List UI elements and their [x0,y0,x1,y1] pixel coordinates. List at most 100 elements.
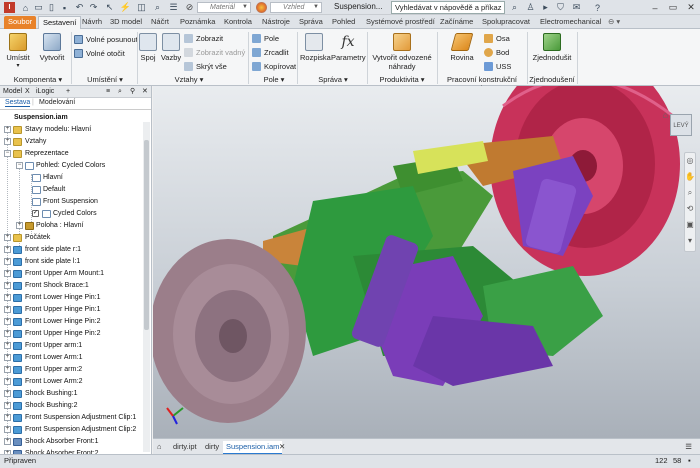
expand-icon[interactable]: + [4,234,11,241]
user-icon[interactable]: ♙ [525,2,536,13]
free-move-button[interactable]: Volné posunout [74,33,138,45]
panel-pole[interactable]: Pole ▾ [252,75,296,84]
derived-substitutes-button[interactable]: Vytvořit odvozené náhrady [370,33,434,71]
expand-icon[interactable]: + [4,438,11,445]
scrollbar-thumb[interactable] [144,140,149,330]
new-file-icon[interactable]: ▭ [33,2,44,13]
browser-close-x[interactable]: X [25,86,30,97]
more-tabs-icon[interactable]: ⊖ ▾ [604,16,624,29]
doc-tab-suspension-iam[interactable]: Suspension.iam [223,441,283,455]
browser-scrollbar[interactable] [143,122,150,452]
expand-icon[interactable]: + [4,426,11,433]
zoom-icon[interactable]: ⌕ [152,2,163,13]
save-icon[interactable]: ▪ [59,2,70,13]
close-icon[interactable]: ✕ [682,0,700,15]
maximize-icon[interactable]: ▭ [664,0,682,15]
tab-3d-model[interactable]: 3D model [106,16,146,29]
expand-icon[interactable]: + [4,414,11,421]
viewcube[interactable]: LEVÝ [670,114,692,136]
show-sick-button[interactable]: Zobrazit vadný [184,46,245,58]
tab-systemove-prostredi[interactable]: Systémové prostředí [362,16,439,29]
collapse-icon[interactable]: − [16,162,23,169]
panel-sprava[interactable]: Správa ▾ [300,75,366,84]
create-button[interactable]: Vytvořit [38,33,66,62]
expand-icon[interactable]: + [4,246,11,253]
full-nav-wheel-icon[interactable]: ◎ [685,153,695,169]
tab-ilogic[interactable]: iLogic [36,86,54,97]
expand-icon[interactable]: + [16,222,23,229]
minimize-icon[interactable]: – [646,0,664,15]
select-icon[interactable]: ↖ [104,2,115,13]
zoom-icon[interactable]: ⌕ [685,185,695,201]
home-view-icon[interactable]: ⌂ [663,110,668,120]
tab-zaciname[interactable]: Začínáme [436,16,477,29]
panel-vztahy[interactable]: Vztahy ▾ [139,75,239,84]
sign-in-icon[interactable]: ▸ [540,2,551,13]
look-at-icon[interactable]: ▣ [685,217,695,233]
expand-icon[interactable]: + [4,342,11,349]
community-icon[interactable]: ✉ [571,2,582,13]
joint-button[interactable]: Spoj [139,33,157,62]
collapse-icon[interactable]: − [4,150,11,157]
tab-soubor[interactable]: Soubor [4,16,37,29]
expand-icon[interactable]: + [4,294,11,301]
tab-poznamka[interactable]: Poznámka [176,16,219,29]
hide-all-button[interactable]: Skrýt vše [184,60,227,72]
expand-icon[interactable]: + [4,270,11,277]
simplify-button[interactable]: Zjednodušit [532,33,572,62]
home-icon[interactable]: ⌂ [20,2,31,13]
free-rotate-button[interactable]: Volné otočit [74,47,125,59]
add-icon[interactable]: + [66,86,70,97]
expand-icon[interactable]: + [4,366,11,373]
expand-icon[interactable]: + [4,306,11,313]
tab-sestava[interactable]: Sestava [5,99,31,107]
mirror-button[interactable]: Zrcadlit [252,46,289,58]
expand-icon[interactable]: + [4,402,11,409]
filter-icon[interactable]: ⚲ [130,86,135,97]
menu-icon[interactable]: ≡ [106,86,110,97]
material-combo[interactable]: Materiál ▼ [197,2,251,13]
graphics-viewport[interactable]: LEVÝ ⌂ ◎ ✋ ⌕ ⟲ ▣ ▾ [153,86,700,438]
app-logo-icon[interactable]: I [4,2,15,13]
pan-icon[interactable]: ✋ [685,169,695,185]
expand-icon[interactable]: + [4,378,11,385]
axis-button[interactable]: Osa [484,32,510,44]
plane-button[interactable]: Rovina [448,33,476,62]
expand-icon[interactable]: + [4,138,11,145]
parameters-button[interactable]: fx Parametry [331,33,366,62]
expand-icon[interactable]: + [4,330,11,337]
tab-spolupracovat[interactable]: Spolupracovat [478,16,534,29]
clear-override-icon[interactable]: ⊘ [184,2,195,13]
constrain-button[interactable]: Vazby [160,33,182,62]
help-search-input[interactable]: Vyhledávat v nápovědě a příkaz [391,1,505,14]
orbit-icon[interactable]: ⟲ [685,201,695,217]
panel-produktivita[interactable]: Produktivita ▾ [370,75,434,84]
checkmark-icon[interactable]: ✓ [32,210,39,217]
cart-icon[interactable]: ⛉ [555,2,566,13]
expand-icon[interactable]: + [4,318,11,325]
tab-kontrola[interactable]: Kontrola [220,16,256,29]
doc-tab-dirty[interactable]: dirty [205,441,219,453]
panel-umisteni[interactable]: Umístění ▾ [74,75,136,84]
expand-icon[interactable]: + [4,126,11,133]
update-icon[interactable]: ⚡ [120,2,131,13]
copy-button[interactable]: Kopírovat [252,60,296,72]
place-button[interactable]: Umístit ▾ [6,33,30,69]
tab-menu-icon[interactable]: ☰ [685,441,692,453]
doc-tab-dirty-ipt[interactable]: dirty.ipt [173,441,197,453]
bom-button[interactable]: Rozpiska [300,33,331,62]
tab-navrh[interactable]: Návrh [78,16,106,29]
expand-icon[interactable]: + [4,258,11,265]
undo-icon[interactable]: ↶ [74,2,85,13]
tab-sprava[interactable]: Správa [295,16,327,29]
appearance-combo[interactable]: Vzhled ▼ [270,2,322,13]
ucs-button[interactable]: USS [484,60,511,72]
show-button[interactable]: Zobrazit [184,32,223,44]
measure-icon[interactable]: ◫ [136,2,147,13]
tab-sestaveni[interactable]: Sestavení [38,16,82,29]
settings-icon[interactable]: ☰ [168,2,179,13]
expand-icon[interactable]: + [4,354,11,361]
search-icon[interactable]: ⌕ [118,86,122,97]
tab-modelovani[interactable]: Modelování [39,99,75,106]
notification-icon[interactable]: ▪ [688,455,691,467]
